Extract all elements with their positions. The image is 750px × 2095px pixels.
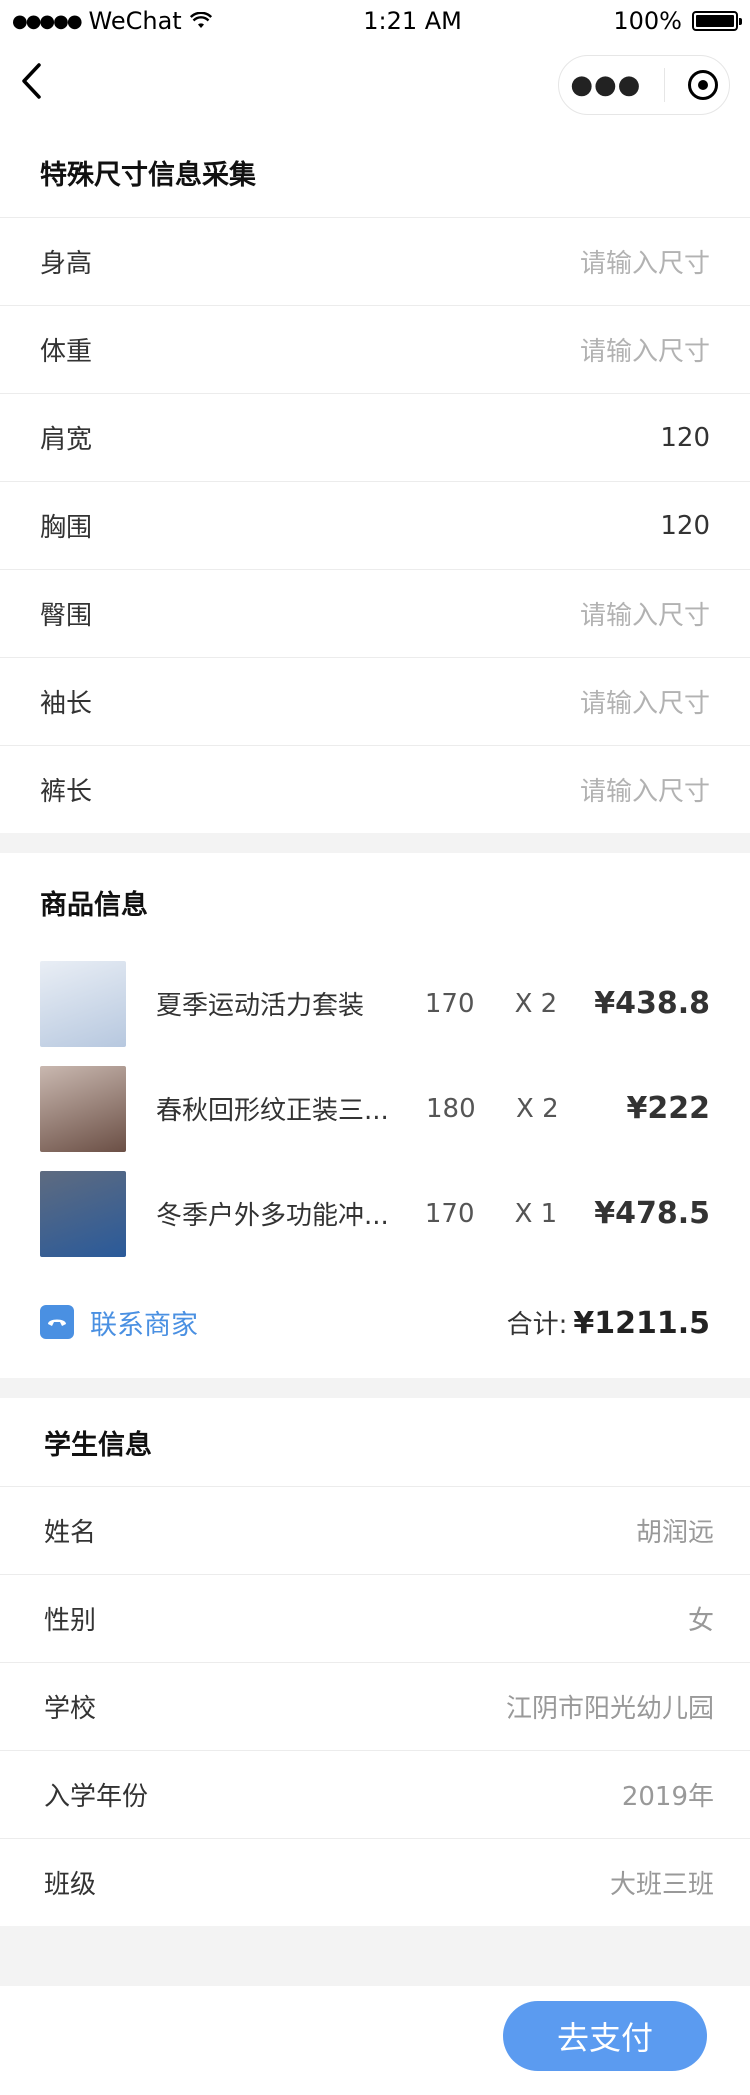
- student-info-row: 班级 大班三班: [0, 1838, 750, 1926]
- student-section: 学生信息 姓名 胡润远性别 女学校 江阴市阳光幼儿园入学年份 2019年班级 大班三班: [0, 1398, 750, 1926]
- size-input[interactable]: 120: [660, 423, 710, 453]
- size-row[interactable]: 裤长 请输入尺寸: [0, 745, 750, 833]
- size-row[interactable]: 袖长 请输入尺寸: [0, 657, 750, 745]
- status-time: 1:21 AM: [363, 7, 462, 35]
- phone-icon: [40, 1305, 74, 1339]
- size-row-label: 肩宽: [40, 425, 93, 455]
- student-rows: 姓名 胡润远性别 女学校 江阴市阳光幼儿园入学年份 2019年班级 大班三班: [0, 1486, 750, 1926]
- section-gap: [0, 1378, 750, 1398]
- size-row-label: 胸围: [40, 513, 93, 543]
- student-info-row: 姓名 胡润远: [0, 1486, 750, 1574]
- bottom-gap: [0, 1926, 750, 1986]
- carrier-label: WeChat: [88, 7, 182, 35]
- goods-section: 商品信息 夏季运动活力套装 170 X 2 ¥438.8 春秋回形纹正装三... 180 X…: [0, 853, 750, 1378]
- product-size: 170: [424, 988, 475, 1019]
- product-thumbnail: [40, 960, 126, 1047]
- size-row-label: 身高: [40, 249, 93, 279]
- order-total: 合计: ¥1211.5: [507, 1304, 710, 1341]
- student-info-label: 性别: [44, 1606, 97, 1636]
- product-quantity: X 1: [514, 1198, 558, 1229]
- more-menu-button[interactable]: ●●●: [570, 70, 641, 100]
- size-row[interactable]: 体重 请输入尺寸: [0, 305, 750, 393]
- total-label: 合计:: [506, 1309, 568, 1340]
- student-info-value: 大班三班: [609, 1870, 714, 1900]
- student-info-label: 班级: [44, 1870, 97, 1900]
- battery-percent: 100%: [613, 7, 682, 35]
- product-size: 180: [426, 1093, 476, 1124]
- product-price: ¥438.8: [594, 986, 710, 1021]
- contact-total-row: 联系商家 合计: ¥1211.5: [0, 1266, 750, 1378]
- product-size: 170: [424, 1198, 475, 1229]
- size-section: 特殊尺寸信息采集 身高 请输入尺寸 体重 请输入尺寸 肩宽 120 胸围 120 臀围 请输入尺寸…: [0, 128, 750, 833]
- size-input[interactable]: 请输入尺寸: [580, 683, 710, 720]
- size-row[interactable]: 肩宽 120: [0, 393, 750, 481]
- footer-bar: 去支付: [0, 1986, 750, 2086]
- product-name: 夏季运动活力套装: [156, 991, 365, 1021]
- product-thumbnail: [40, 1170, 126, 1257]
- student-info-value: 胡润远: [635, 1518, 714, 1548]
- goods-item[interactable]: 夏季运动活力套装 170 X 2 ¥438.8: [0, 951, 750, 1056]
- size-row[interactable]: 臀围 请输入尺寸: [0, 569, 750, 657]
- signal-icon: ●●●●●: [12, 10, 83, 32]
- student-info-row: 性别 女: [0, 1574, 750, 1662]
- student-info-value: 2019年: [621, 1782, 714, 1812]
- contact-merchant-button[interactable]: 联系商家: [40, 1303, 198, 1342]
- mini-program-capsule: ●●●: [558, 55, 730, 115]
- student-info-value: 女: [687, 1606, 714, 1636]
- size-row-label: 裤长: [40, 777, 93, 807]
- product-quantity: X 2: [514, 988, 558, 1019]
- size-input[interactable]: 请输入尺寸: [580, 331, 710, 368]
- size-input[interactable]: 120: [660, 511, 710, 541]
- chevron-left-icon: [22, 63, 41, 99]
- status-bar: ●●●●● WeChat 1:21 AM 100%: [0, 0, 750, 42]
- total-amount: ¥1211.5: [573, 1305, 710, 1341]
- nav-bar: ●●●: [0, 42, 750, 128]
- contact-merchant-label: 联系商家: [90, 1309, 198, 1341]
- size-row-label: 臀围: [40, 601, 93, 631]
- battery-icon: [692, 11, 742, 31]
- size-rows: 身高 请输入尺寸 体重 请输入尺寸 肩宽 120 胸围 120 臀围 请输入尺寸 袖长 请输入尺寸 裤长…: [0, 217, 750, 833]
- student-info-label: 学校: [44, 1694, 97, 1724]
- product-price: ¥222: [626, 1091, 711, 1126]
- student-info-label: 姓名: [44, 1518, 97, 1548]
- student-info-value: 江阴市阳光幼儿园: [505, 1694, 714, 1724]
- section-gap: [0, 833, 750, 853]
- size-row[interactable]: 胸围 120: [0, 481, 750, 569]
- size-input[interactable]: 请输入尺寸: [580, 771, 710, 808]
- size-row-label: 体重: [40, 337, 93, 367]
- capsule-divider: [664, 68, 666, 102]
- pay-button[interactable]: 去支付: [503, 2001, 707, 2071]
- status-left: ●●●●● WeChat: [12, 7, 212, 35]
- goods-item[interactable]: 冬季户外多功能冲... 170 X 1 ¥478.5: [0, 1161, 750, 1266]
- size-input[interactable]: 请输入尺寸: [580, 595, 710, 632]
- student-section-title: 学生信息: [44, 1429, 152, 1461]
- student-info-row: 学校 江阴市阳光幼儿园: [0, 1662, 750, 1750]
- wifi-icon: [189, 12, 212, 28]
- goods-section-title: 商品信息: [40, 889, 148, 921]
- back-button[interactable]: [20, 62, 60, 108]
- goods-item[interactable]: 春秋回形纹正装三... 180 X 2 ¥222: [0, 1056, 750, 1161]
- product-quantity: X 2: [516, 1093, 559, 1124]
- close-mini-program-button[interactable]: [687, 70, 718, 100]
- product-price: ¥478.5: [594, 1196, 710, 1231]
- product-name: 冬季户外多功能冲...: [156, 1201, 389, 1231]
- status-right: 100%: [613, 7, 742, 35]
- product-name: 春秋回形纹正装三...: [156, 1096, 389, 1126]
- student-info-label: 入学年份: [44, 1782, 149, 1812]
- size-input[interactable]: 请输入尺寸: [580, 243, 710, 280]
- product-thumbnail: [40, 1065, 126, 1152]
- goods-list: 夏季运动活力套装 170 X 2 ¥438.8 春秋回形纹正装三... 180 X 2 ¥22…: [0, 951, 750, 1266]
- student-info-row: 入学年份 2019年: [0, 1750, 750, 1838]
- size-row-label: 袖长: [40, 689, 93, 719]
- size-section-title: 特殊尺寸信息采集: [40, 160, 256, 191]
- size-row[interactable]: 身高 请输入尺寸: [0, 217, 750, 305]
